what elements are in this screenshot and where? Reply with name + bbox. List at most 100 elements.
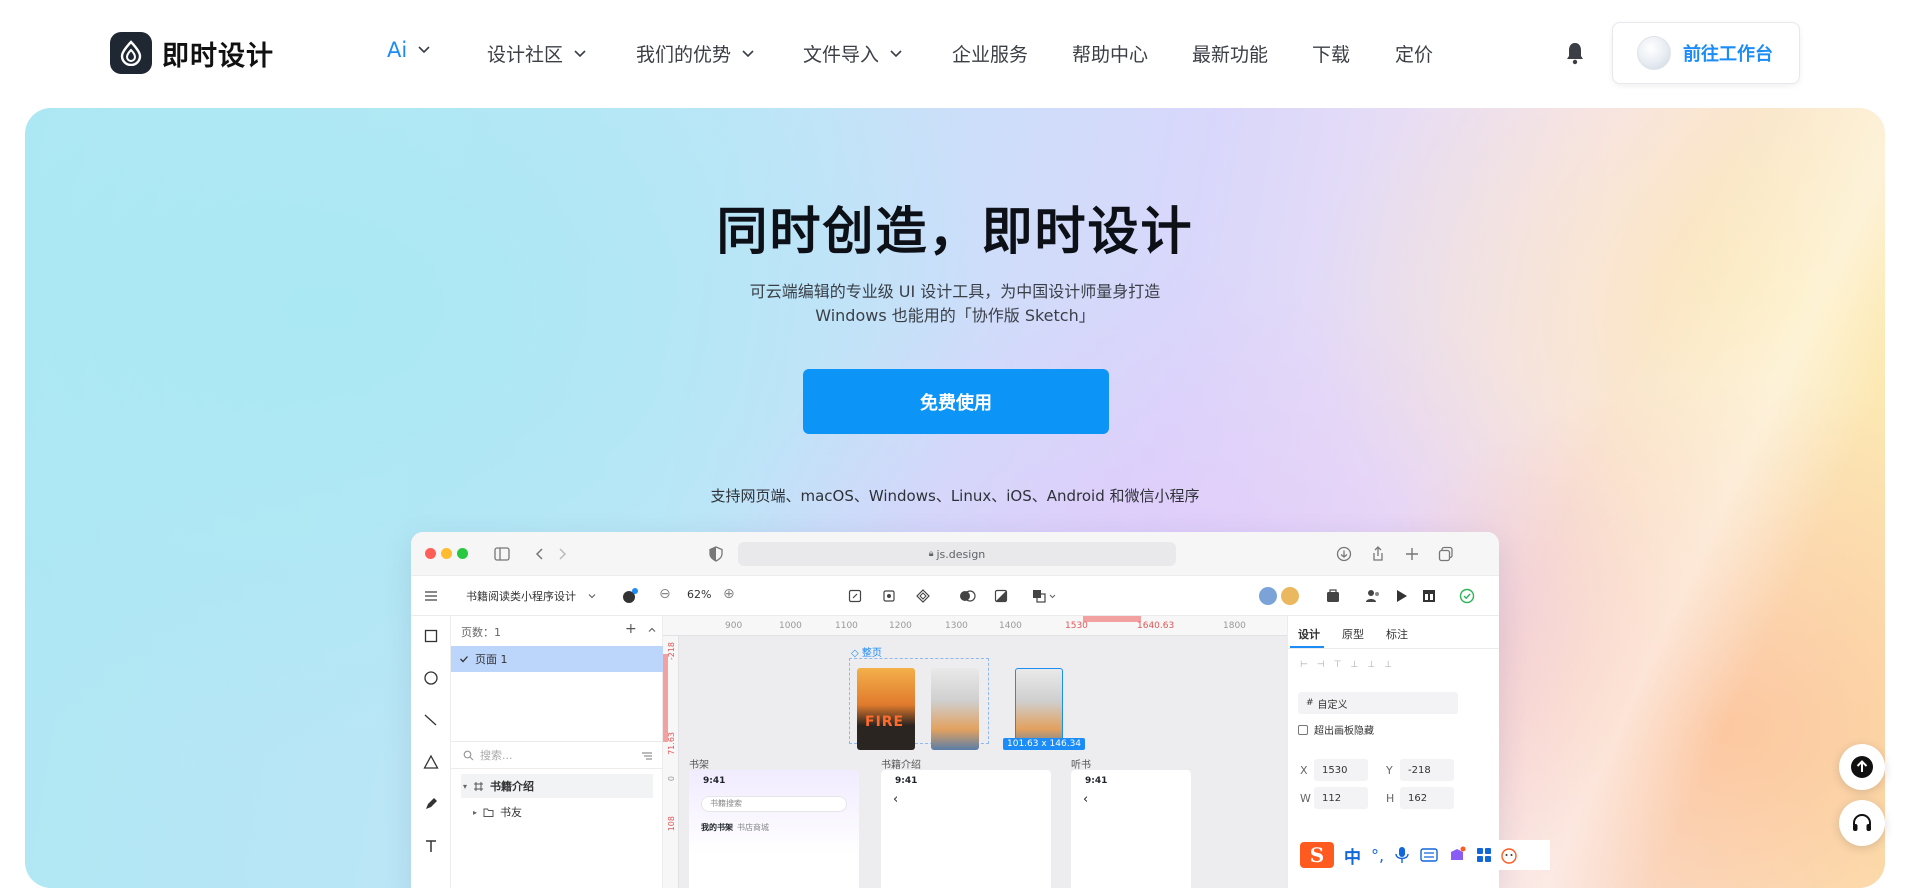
supported-platforms: 支持网页端、macOS、Windows、Linux、iOS、Android 和微…	[710, 487, 1200, 505]
nav-item-label: 下载	[1312, 44, 1351, 66]
add-page-icon: +	[625, 621, 637, 637]
tabs-icon	[1438, 546, 1453, 562]
hero-title: 同时创造，即时设计	[716, 203, 1194, 262]
phone-frame-audiobook: 9:41 ‹	[1071, 770, 1191, 888]
workspace-button-label: 前往工作台	[1683, 44, 1773, 65]
divider	[1288, 648, 1499, 649]
width-field: 112	[1314, 787, 1368, 809]
nav-item-file-import[interactable]: 文件导入	[803, 40, 905, 67]
zoom-in-icon: ⊕	[723, 586, 735, 602]
workspace-button[interactable]: 前往工作台	[1612, 22, 1800, 84]
ruler-tick: 1100	[835, 621, 858, 631]
nav-item-advantages[interactable]: 我们的优势	[636, 40, 757, 67]
frame-preset-icon: #	[1306, 698, 1314, 708]
phone-time: 9:41	[703, 776, 726, 786]
align-tools: ⊢⊣⊤⊥⊥⊥	[1300, 660, 1402, 670]
scroll-to-top-button[interactable]	[1839, 744, 1885, 790]
ime-punctuation: °,	[1371, 845, 1385, 865]
free-use-button[interactable]: 免费使用	[803, 369, 1109, 434]
tree-item: ▾ 书籍介绍	[461, 774, 653, 798]
mask-icon	[994, 589, 1008, 603]
text-tool-icon	[426, 840, 436, 852]
close-dot-icon	[425, 548, 436, 559]
nav-item-label: 定价	[1395, 44, 1434, 66]
avatar	[1259, 587, 1277, 605]
bell-icon[interactable]	[1564, 41, 1586, 65]
book-cover-title: FIRE	[865, 714, 905, 730]
layout-icon	[1423, 590, 1435, 602]
hero-subtitle-line: 可云端编辑的专业级 UI 设计工具，为中国设计师量身打造	[749, 282, 1161, 301]
y-field: -218	[1400, 759, 1454, 781]
ruler-tick: 1400	[999, 621, 1022, 631]
logo-drop-icon	[110, 32, 152, 74]
frame-group-label: ◇ 整页	[851, 648, 882, 659]
phone-tab: 我的书架	[701, 823, 733, 832]
nav-item-pricing[interactable]: 定价	[1395, 40, 1433, 67]
layers-panel: 页数：1 + 页面 1 搜索... ▾ 书籍介绍 ▸ 书友	[451, 616, 663, 888]
ruler-tick: 1000	[779, 621, 802, 631]
tree-item: ▸ 书友	[461, 800, 522, 824]
nav-item-label: 我们的优势	[636, 44, 732, 66]
share-users-icon	[1366, 590, 1379, 602]
ruler-tick: 0	[667, 776, 676, 782]
frame-label: 听书	[1071, 760, 1091, 771]
sidebar-toggle-icon	[494, 547, 510, 561]
chevron-down-icon	[574, 49, 586, 57]
field-label: W	[1300, 792, 1311, 805]
zoom-out-icon: ⊖	[659, 586, 671, 602]
phone-time: 9:41	[895, 776, 918, 786]
avatar	[1637, 36, 1671, 70]
phone-frame-bookshelf: 9:41 书籍搜索 我的书架 书店商城	[689, 770, 859, 888]
customer-service-button[interactable]	[1839, 800, 1885, 846]
search-placeholder: 搜索...	[480, 749, 513, 762]
caret-down-icon: ▾	[463, 781, 468, 791]
boolean-icon	[960, 590, 976, 602]
browser-bar: 🔒︎ js.design	[411, 532, 1499, 576]
phone-search: 书籍搜索	[701, 796, 847, 812]
selection-size-badge: 101.63 x 146.34	[1003, 738, 1086, 750]
ruler-tick: 1530	[1065, 621, 1088, 631]
ime-mode: 中	[1344, 847, 1361, 868]
clip-content-option: 超出画板隐藏	[1298, 722, 1374, 737]
line-tool-icon	[424, 714, 437, 726]
editor-toolbar: 书籍阅读类小程序设计 ⊖ 62% ⊕	[411, 576, 1499, 616]
menu-icon	[425, 591, 437, 601]
nav-item-new-features[interactable]: 最新功能	[1192, 40, 1268, 67]
field-label: Y	[1386, 764, 1393, 777]
ruler-left: -218 71.63 0 108	[663, 636, 679, 888]
hero-subtitle: 可云端编辑的专业级 UI 设计工具，为中国设计师量身打造 Windows 也能用…	[25, 280, 1885, 328]
keyboard-icon	[1420, 848, 1438, 862]
chevron-down-icon	[418, 46, 430, 54]
pen-tool-icon	[426, 798, 437, 809]
brand-logo[interactable]: 即时设计	[110, 32, 274, 74]
pages-count: 页数：1	[461, 626, 501, 639]
height-field: 162	[1400, 787, 1454, 809]
nav-item-download[interactable]: 下载	[1312, 40, 1350, 67]
book-cover-fire: FIRE	[857, 668, 915, 750]
headset-icon	[1853, 814, 1871, 831]
chevron-down-icon	[742, 49, 754, 57]
shield-icon	[709, 546, 723, 562]
back-icon	[535, 548, 543, 560]
ruler-tick: 108	[667, 816, 676, 832]
nav-item-label: 最新功能	[1192, 44, 1269, 66]
ruler-selection-marker	[1083, 616, 1141, 622]
tab-prototype: 原型	[1342, 628, 1364, 641]
forward-icon	[559, 548, 567, 560]
nav-item-enterprise[interactable]: 企业服务	[952, 40, 1028, 67]
page-name: 页面 1	[475, 653, 508, 666]
ruler-tick: 1200	[889, 621, 912, 631]
frame-label: 书架	[689, 760, 709, 771]
field-label: H	[1386, 792, 1395, 805]
nav-item-label: 设计社区	[487, 44, 564, 66]
download-icon	[1336, 546, 1352, 562]
nav-item-help[interactable]: 帮助中心	[1072, 40, 1148, 67]
ime-toolbar: S 中 °,	[1296, 840, 1550, 870]
nav-item-ai[interactable]: Ai	[387, 38, 433, 62]
rectangle-tool-icon	[424, 629, 438, 643]
ruler-tick: 1800	[1223, 621, 1246, 631]
nav-item-community[interactable]: 设计社区	[487, 40, 589, 67]
phone-time: 9:41	[1085, 776, 1108, 786]
app-mockup: 🔒︎ js.design 书籍阅读类小程序设计 ⊖ 62% ⊕ 页数：1 + 页…	[411, 532, 1499, 888]
url-bar: 🔒︎ js.design	[738, 542, 1176, 566]
